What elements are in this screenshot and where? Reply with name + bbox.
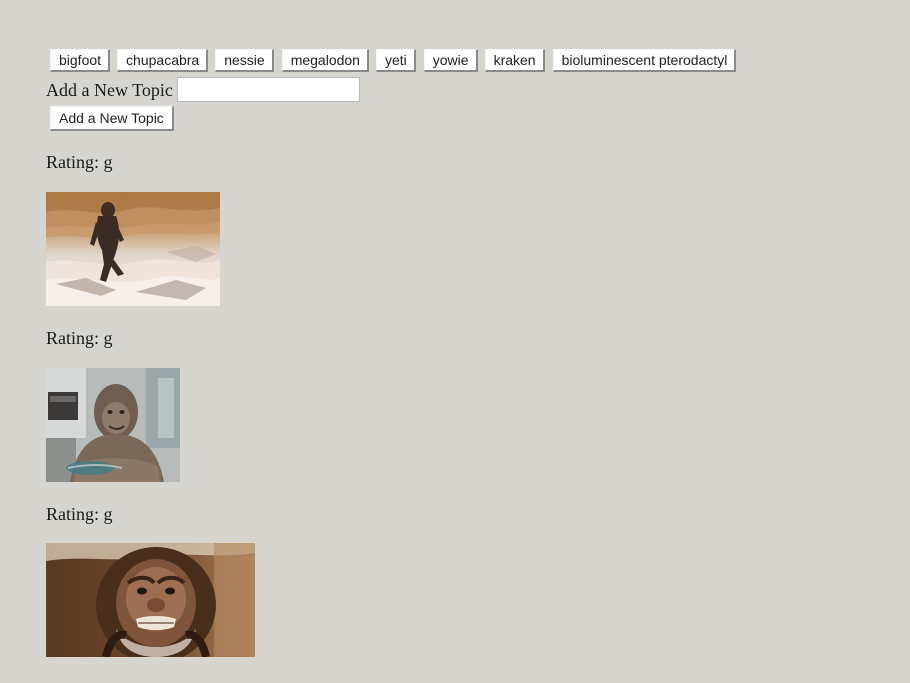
add-topic-input[interactable]	[176, 77, 360, 102]
gif-result: Rating: g	[46, 503, 255, 657]
rating-text: Rating: g	[46, 152, 113, 172]
gif-result: Rating: g	[46, 327, 180, 482]
topic-button-kraken[interactable]: kraken	[484, 49, 545, 72]
topic-button-bioluminescent-pterodactyl[interactable]: bioluminescent pterodactyl	[552, 49, 737, 72]
topic-button-nessie[interactable]: nessie	[215, 49, 274, 72]
topic-button-bigfoot[interactable]: bigfoot	[50, 49, 111, 72]
topic-button-bar: bigfoot chupacabra nessie megalodon yeti…	[50, 49, 737, 72]
topic-button-yowie[interactable]: yowie	[423, 49, 478, 72]
rating-text: Rating: g	[46, 328, 113, 348]
gif-image[interactable]	[46, 368, 180, 482]
add-topic-label: Add a New Topic	[46, 79, 173, 100]
add-topic-button[interactable]: Add a New Topic	[50, 106, 174, 131]
gif-image[interactable]	[46, 192, 220, 306]
topic-button-chupacabra[interactable]: chupacabra	[117, 49, 209, 72]
topic-button-megalodon[interactable]: megalodon	[281, 49, 369, 72]
add-topic-form: Add a New Topic	[46, 77, 360, 102]
rating-text: Rating: g	[46, 504, 113, 524]
topic-button-yeti[interactable]: yeti	[375, 49, 416, 72]
gif-result: Rating: g	[46, 151, 220, 306]
gif-image[interactable]	[46, 543, 255, 657]
